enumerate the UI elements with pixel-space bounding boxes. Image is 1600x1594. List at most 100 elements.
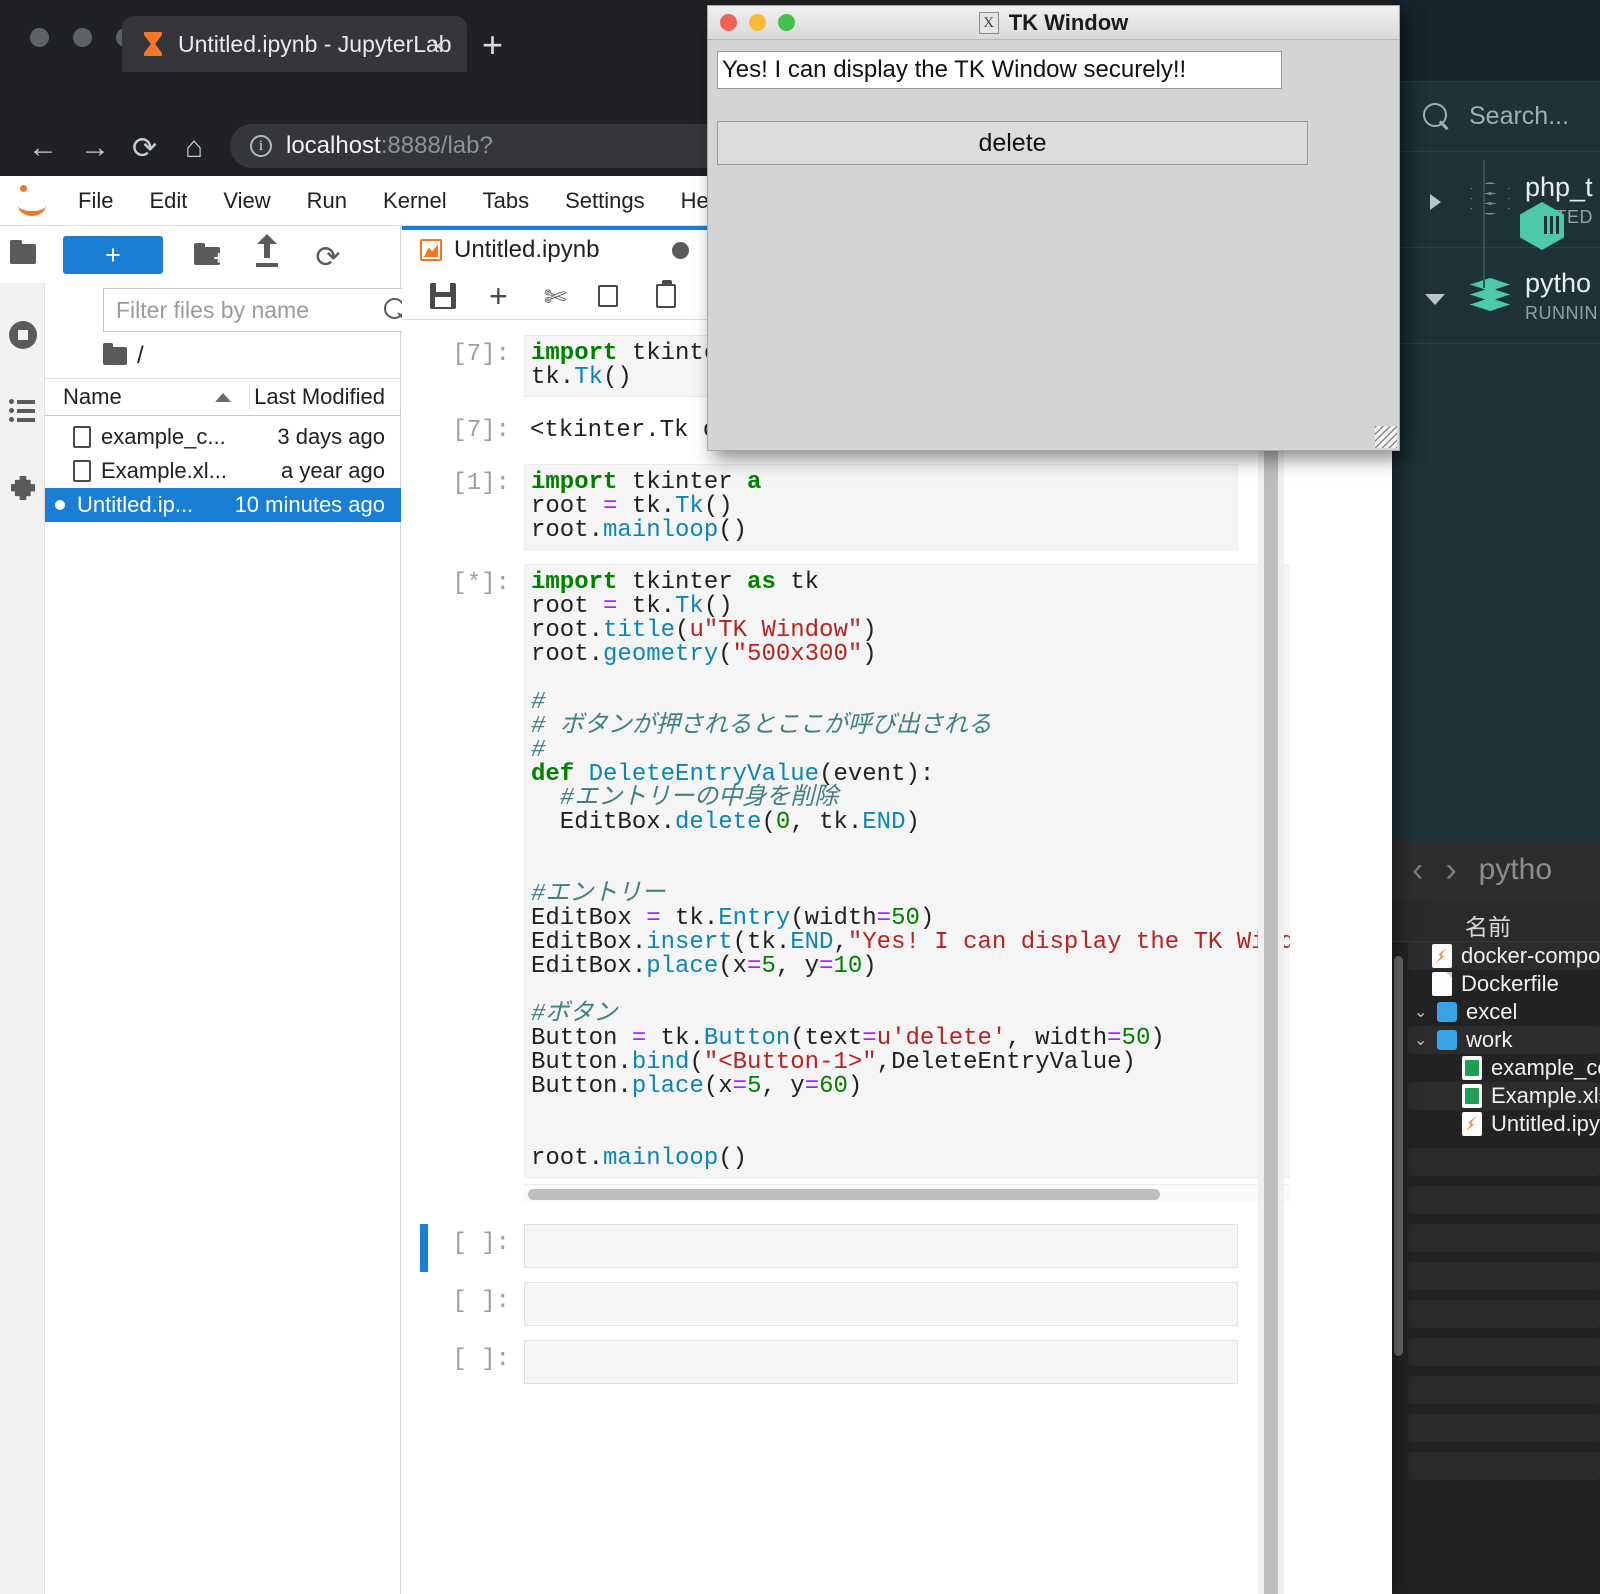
forward-icon[interactable]: → — [80, 131, 110, 165]
finder-file-list: docker-compo Dockerfile ⌄ excel ⌄ work exa… — [1408, 942, 1600, 1490]
finder-row[interactable]: ⌄ excel — [1408, 998, 1600, 1026]
finder-row-label: Example.xls — [1491, 1083, 1600, 1108]
chevron-down-icon[interactable]: ⌄ — [1414, 1030, 1428, 1050]
tk-window-title-text: TK Window — [1008, 10, 1129, 35]
menu-item-file[interactable]: File — [60, 188, 131, 214]
excel-file-icon — [1462, 1056, 1482, 1080]
site-info-icon[interactable]: i — [250, 135, 272, 157]
file-name: example_c... — [101, 424, 226, 449]
finder-row-label: docker-compo — [1461, 943, 1600, 968]
save-icon[interactable] — [416, 280, 472, 312]
file-browser-toolbar: + + ⟳ — [45, 226, 401, 284]
menu-item-settings[interactable]: Settings — [547, 188, 663, 214]
finder-titlebar: ‹ › pytho — [1390, 840, 1600, 900]
back-icon[interactable]: ← — [28, 131, 58, 165]
finder-row-placeholder — [1408, 1224, 1600, 1252]
jupyter-favicon-icon — [140, 31, 166, 57]
cell-source[interactable] — [524, 1282, 1238, 1326]
finder-row-placeholder — [1408, 1262, 1600, 1290]
window-controls[interactable] — [30, 28, 135, 47]
address-bar-url: localhost:8888/lab? — [286, 132, 493, 160]
finder-row-placeholder — [1408, 1148, 1600, 1176]
notebook-icon — [420, 239, 442, 261]
finder-row[interactable]: ⌄ work — [1408, 1026, 1600, 1054]
excel-file-icon — [1462, 1084, 1482, 1108]
forward-icon[interactable]: › — [1445, 853, 1456, 887]
file-modified: 3 days ago — [277, 424, 385, 449]
table-of-contents-icon[interactable] — [9, 396, 37, 424]
cell-source[interactable] — [524, 1340, 1238, 1384]
file-filter-placeholder: Filter files by name — [116, 296, 310, 323]
paste-icon[interactable] — [640, 279, 696, 312]
notebook-cells: [7]: import tkinter a tk.Tk() [7]: <tkin… — [402, 321, 1290, 1594]
finder-row[interactable]: docker-compo — [1408, 942, 1600, 970]
back-icon[interactable]: ‹ — [1412, 853, 1423, 887]
finder-row-placeholder — [1408, 1300, 1600, 1328]
text-file-icon — [73, 426, 91, 448]
cell-source[interactable]: import tkinter a root = tk.Tk() root.mai… — [524, 464, 1238, 550]
folder-icon[interactable] — [9, 240, 37, 268]
finder-scrollbar[interactable] — [1394, 956, 1403, 1356]
cell-source[interactable]: import tkinter as tk root = tk.Tk() root… — [524, 564, 1290, 1178]
menu-item-tabs[interactable]: Tabs — [465, 188, 547, 214]
screen: Search... php_t EXITED pytho RUNNIN — [0, 0, 1600, 1594]
cell-prompt: [7]: — [452, 341, 510, 368]
notebook-tab-label: Untitled.ipynb — [454, 236, 600, 263]
refresh-icon[interactable]: ⟳ — [313, 240, 343, 274]
unsaved-changes-icon — [672, 241, 689, 259]
text-file-icon — [73, 460, 91, 482]
running-indicator-icon — [55, 500, 65, 510]
cell-source[interactable] — [524, 1224, 1238, 1268]
notebook-scrollbar-thumb[interactable] — [1264, 441, 1278, 1594]
file-list-item[interactable]: Example.xl... a year ago — [45, 454, 401, 488]
extension-manager-icon[interactable] — [9, 474, 37, 502]
active-cell-indicator — [420, 1224, 428, 1272]
breadcrumb[interactable]: / — [103, 342, 144, 370]
column-header-modified[interactable]: Last Modified — [250, 384, 401, 410]
finder-row[interactable]: Example.xls — [1408, 1082, 1600, 1110]
url-host: localhost — [286, 132, 381, 159]
home-icon[interactable]: ⌂ — [185, 131, 203, 165]
reload-icon[interactable]: ⟳ — [132, 131, 157, 166]
new-folder-icon[interactable]: + — [193, 240, 224, 270]
upload-icon[interactable] — [253, 234, 283, 270]
chevron-down-icon[interactable]: ⌄ — [1414, 1002, 1428, 1022]
file-list-item[interactable]: example_c... 3 days ago — [45, 420, 401, 454]
x-window-icon: X — [978, 12, 999, 34]
close-icon[interactable]: × — [431, 33, 445, 61]
menu-item-run[interactable]: Run — [289, 188, 365, 214]
finder-row[interactable]: Dockerfile — [1408, 970, 1600, 998]
copy-icon[interactable] — [584, 279, 640, 312]
tk-entry-input[interactable]: Yes! I can display the TK Window securel… — [717, 51, 1282, 89]
file-name: Example.xl... — [101, 458, 227, 483]
cut-icon[interactable]: ✄ — [528, 280, 584, 312]
new-launcher-button[interactable]: + — [63, 236, 163, 274]
finder-row-placeholder — [1408, 1452, 1600, 1480]
delete-button[interactable]: delete — [717, 121, 1308, 165]
file-list-item-selected[interactable]: Untitled.ip... 10 minutes ago — [45, 488, 1335, 1594]
finder-row[interactable]: example_co — [1408, 1054, 1600, 1082]
docker-search-placeholder: Search... — [1469, 102, 1570, 130]
browser-tab[interactable]: Untitled.ipynb - JupyterLab × — [122, 16, 467, 72]
finder-column-header[interactable]: 名前 — [1390, 900, 1600, 942]
breadcrumb-root: / — [137, 342, 144, 369]
cell-horizontal-scrollbar[interactable] — [524, 1184, 1290, 1202]
insert-cell-icon[interactable]: + — [472, 278, 528, 314]
menu-item-view[interactable]: View — [205, 188, 288, 214]
finder-row-label: work — [1466, 1027, 1513, 1052]
file-filter-input[interactable]: Filter files by name — [103, 288, 421, 332]
file-name: Untitled.ip... — [77, 492, 194, 517]
finder-row[interactable]: Untitled.ipy — [1408, 1110, 1600, 1138]
container-cube-icon — [1520, 202, 1564, 250]
folder-icon — [103, 343, 127, 365]
column-header-name[interactable]: Name — [45, 384, 250, 410]
tk-window[interactable]: X TK Window Yes! I can display the TK Wi… — [707, 5, 1400, 451]
search-icon — [1423, 102, 1451, 131]
menu-item-edit[interactable]: Edit — [131, 188, 205, 214]
menu-item-kernel[interactable]: Kernel — [365, 188, 465, 214]
notebook-cell-empty: [ ]: — [402, 1282, 1290, 1326]
running-terminals-icon[interactable] — [9, 321, 37, 349]
new-tab-button[interactable]: + — [482, 24, 503, 66]
resize-handle[interactable] — [1375, 426, 1397, 448]
finder-column-name: 名前 — [1465, 914, 1511, 940]
